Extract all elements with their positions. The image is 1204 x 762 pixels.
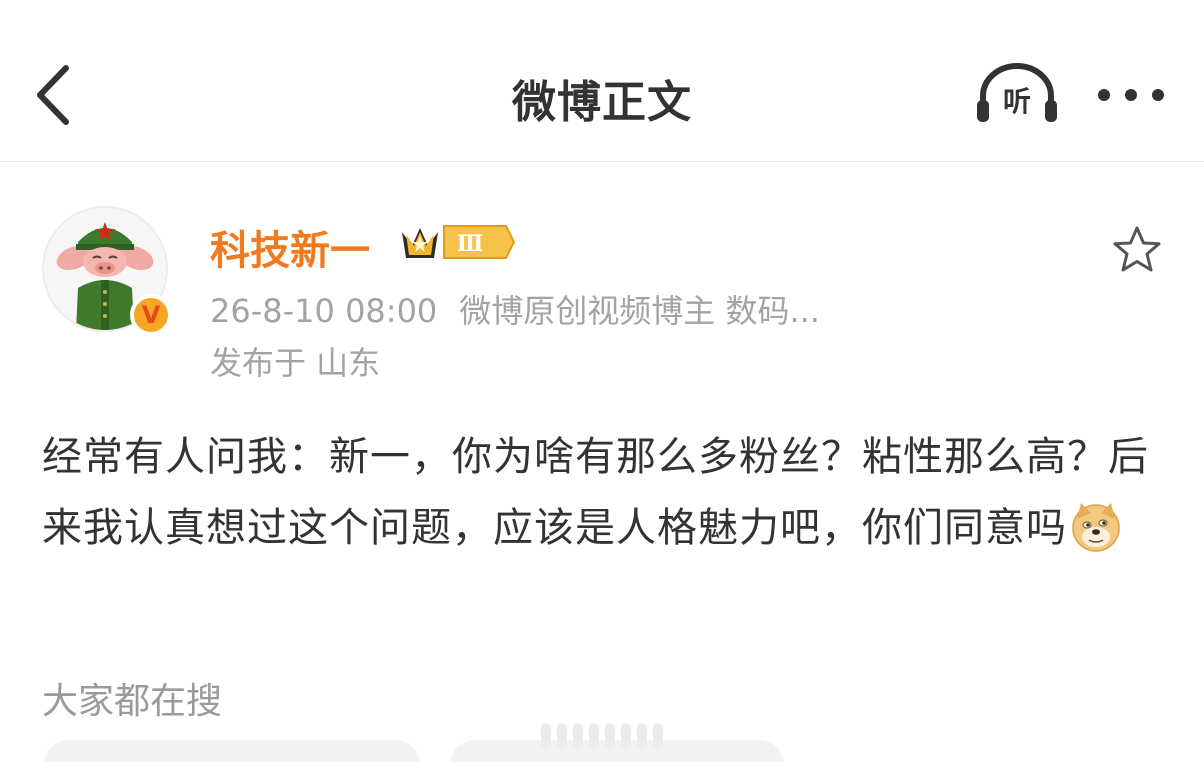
trending-chip[interactable] [44,740,420,762]
post-body: 经常有人问我：新一，你为啥有那么多粉丝？粘性那么高？后来我认真想过这个问题，应该… [42,422,1162,564]
crown-icon: Ⅲ [402,225,516,259]
doge-emoji [1072,503,1120,552]
author-name[interactable]: 科技新一 [210,218,370,276]
listen-label: 听 [1002,85,1031,118]
favorite-button[interactable] [1110,224,1164,276]
more-dots-icon [1098,89,1110,101]
post-text: 经常有人问我：新一，你为啥有那么多粉丝？粘性那么高？后来我认真想过这个问题，应该… [42,434,1149,551]
top-nav-bar: 微博正文 听 [0,0,1204,162]
verified-badge: V [130,294,172,336]
member-badge[interactable]: Ⅲ [398,220,516,264]
post-location: 发布于 山东 [210,344,381,382]
verified-mark: V [141,301,161,329]
trending-title: 大家都在搜 [42,681,223,722]
post-time: 26-8-10 08:00 [210,292,438,330]
star-outline-icon [1113,226,1161,272]
author-description: 微博原创视频博主 数码... [459,292,820,330]
listen-button[interactable]: 听 [974,62,1060,128]
member-level: Ⅲ [457,231,484,257]
loading-indicator [536,722,668,750]
post-meta: 26-8-10 08:00 微博原创视频博主 数码... [210,286,820,332]
more-options-button[interactable] [1094,80,1168,110]
